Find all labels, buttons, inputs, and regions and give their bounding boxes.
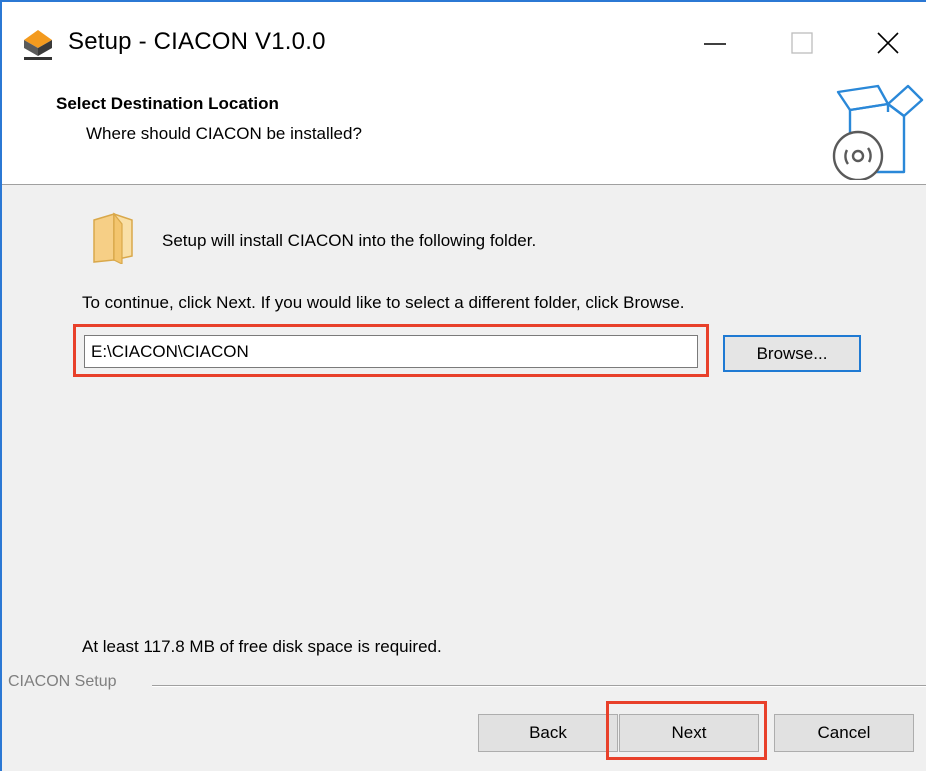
next-button[interactable]: Next <box>619 714 759 752</box>
footer-group-label: CIACON Setup <box>8 673 123 691</box>
software-box-icon <box>832 84 924 180</box>
close-icon[interactable] <box>858 20 918 68</box>
page-subtitle: Where should CIACON be installed? <box>86 124 362 143</box>
continue-instructions: To continue, click Next. If you would li… <box>82 293 685 312</box>
title-bar[interactable]: Setup - CIACON V1.0.0 <box>2 2 926 82</box>
disk-space-requirement: At least 117.8 MB of free disk space is … <box>82 637 442 656</box>
back-button[interactable]: Back <box>478 714 618 752</box>
browse-button[interactable]: Browse... <box>723 335 861 372</box>
setup-window: Setup - CIACON V1.0.0 Select Destination… <box>0 0 926 771</box>
ciacon-logo-icon <box>24 30 52 60</box>
minimize-icon[interactable] <box>684 20 744 68</box>
cancel-button[interactable]: Cancel <box>774 714 914 752</box>
destination-path-input[interactable] <box>84 335 698 368</box>
page-title: Select Destination Location <box>56 94 279 113</box>
folder-icon <box>93 212 133 264</box>
install-description: Setup will install CIACON into the follo… <box>162 231 537 250</box>
maximize-icon[interactable] <box>772 20 832 68</box>
wizard-header: Select Destination Location Where should… <box>2 82 926 185</box>
window-title: Setup - CIACON V1.0.0 <box>68 28 326 55</box>
footer-divider <box>152 685 926 687</box>
